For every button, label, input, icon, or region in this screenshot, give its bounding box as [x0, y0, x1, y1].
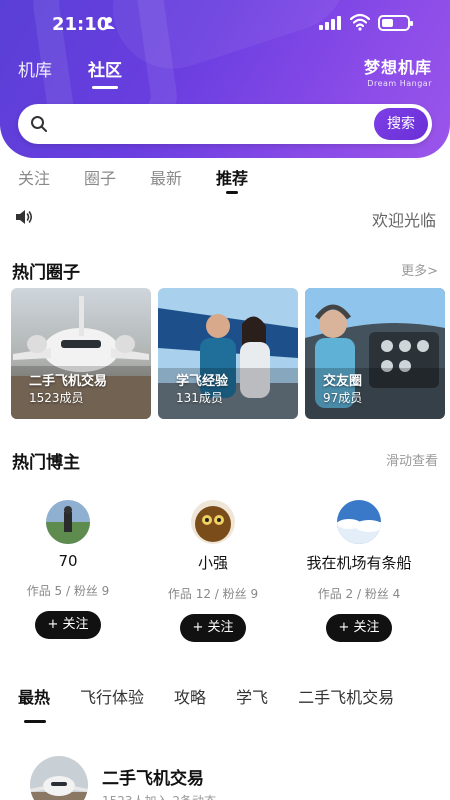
brand-name-en: Dream Hangar	[367, 79, 432, 88]
circle-members: 97成员	[323, 391, 363, 405]
tab-used-aircraft[interactable]: 二手飞机交易	[298, 684, 394, 708]
blogger-stats: 作品 2 / 粉丝 4	[317, 587, 401, 601]
blogger-card[interactable]: 小强 作品 12 / 粉丝 9 + 关注	[140, 490, 286, 642]
tab-latest[interactable]: 最新	[150, 165, 182, 189]
avatar	[46, 500, 90, 544]
tab-hangar[interactable]: 机库	[18, 56, 52, 81]
avatar	[337, 500, 381, 544]
tab-learn-to-fly-label: 学飞	[236, 688, 269, 707]
follow-button[interactable]: + 关注	[180, 614, 246, 642]
blogger-card[interactable]: 70 作品 5 / 粉丝 9 + 关注	[0, 490, 141, 639]
tab-recommended-label: 推荐	[216, 169, 249, 188]
tab-guides[interactable]: 攻略	[174, 684, 206, 708]
blogger-name: 70	[58, 552, 78, 570]
follow-button[interactable]: + 关注	[35, 611, 101, 639]
hot-bloggers-title: 热门博主	[12, 453, 80, 473]
active-tab-indicator	[92, 86, 118, 89]
tab-learn-to-fly[interactable]: 学飞	[236, 684, 268, 708]
blogger-stats: 作品 5 / 粉丝 9	[26, 584, 110, 598]
status-bar: 21:10	[0, 0, 450, 48]
circle-members: 131成员	[176, 391, 223, 405]
status-time: 21:10	[52, 14, 110, 35]
sub-tabs: 关注 圈子 最新 推荐	[18, 165, 249, 194]
tab-community-label: 社区	[88, 61, 122, 81]
tab-hottest[interactable]: 最热	[18, 684, 51, 723]
wifi-icon	[350, 13, 370, 31]
tab-circles[interactable]: 圈子	[84, 165, 116, 189]
blogger-stats: 作品 12 / 粉丝 9	[167, 587, 259, 601]
top-tabs: 机库 社区	[18, 56, 122, 89]
active-category-indicator	[24, 720, 46, 723]
feed-avatar-airplane	[30, 756, 88, 800]
circle-card[interactable]: 交友圈 97成员	[305, 288, 445, 419]
avatar	[191, 500, 235, 544]
circle-card[interactable]: 学飞经验 131成员	[158, 288, 298, 419]
tab-hottest-label: 最热	[18, 688, 51, 707]
tab-following-label: 关注	[18, 169, 51, 188]
feed-avatar	[30, 756, 88, 800]
circle-name: 学飞经验	[176, 374, 229, 389]
person-icon	[103, 17, 115, 29]
circle-name: 交友圈	[323, 374, 363, 389]
hot-circles-title: 热门圈子	[12, 263, 80, 283]
tab-hangar-label: 机库	[18, 61, 52, 81]
feed-meta: 1523人加入 2条动态	[102, 792, 216, 800]
app-screen: 21:10 机库 社区 梦想机库 Dream Hangar 搜索 关注 圈子 最…	[0, 0, 450, 800]
tab-flight-experience[interactable]: 飞行体验	[80, 684, 144, 708]
circle-card[interactable]: 二手飞机交易 1523成员	[11, 288, 151, 419]
blogger-name: 我在机场有条船	[306, 554, 412, 572]
notice-bar[interactable]: 欢迎光临	[14, 205, 436, 230]
search-button[interactable]: 搜索	[374, 108, 428, 140]
tab-flight-experience-label: 飞行体验	[80, 688, 145, 707]
tab-guides-label: 攻略	[174, 688, 207, 707]
hot-bloggers-hint: 滑动查看	[385, 454, 438, 469]
speaker-icon	[16, 210, 33, 224]
category-tabs: 最热 飞行体验 攻略 学飞 二手飞机交易	[18, 684, 394, 723]
tab-following[interactable]: 关注	[18, 165, 50, 189]
blogger-card[interactable]: 我在机场有条船 作品 2 / 粉丝 4 + 关注	[286, 490, 432, 642]
circle-name: 二手飞机交易	[29, 374, 108, 389]
tab-recommended[interactable]: 推荐	[216, 165, 249, 194]
hot-circles-more-link[interactable]: 更多>	[401, 260, 438, 279]
battery-icon	[378, 15, 413, 31]
signal-icon	[319, 16, 341, 30]
avatar-image-bird	[191, 500, 235, 544]
brand-logo: 梦想机库 Dream Hangar	[364, 54, 432, 88]
search-input[interactable]	[58, 110, 378, 138]
feed-item[interactable]: 二手飞机交易 1523人加入 2条动态	[30, 756, 430, 800]
feed-title: 二手飞机交易	[102, 769, 204, 789]
avatar-image-field	[46, 500, 90, 544]
header: 21:10 机库 社区 梦想机库 Dream Hangar 搜索	[0, 0, 450, 158]
hot-bloggers-list: 70 作品 5 / 粉丝 9 + 关注 小强 作品 12 / 粉丝 9 + 关注	[0, 490, 450, 650]
brand-name-cn: 梦想机库	[363, 58, 432, 77]
tab-used-aircraft-label: 二手飞机交易	[298, 688, 395, 707]
blogger-name: 小强	[197, 554, 228, 572]
avatar-image-clouds	[337, 500, 381, 544]
tab-latest-label: 最新	[150, 169, 183, 188]
tab-community[interactable]: 社区	[88, 56, 122, 89]
notice-text: 欢迎光临	[371, 211, 436, 230]
follow-button[interactable]: + 关注	[326, 614, 392, 642]
search-bar: 搜索	[18, 104, 432, 144]
active-subtab-indicator	[226, 191, 239, 194]
hot-circles-list: 二手飞机交易 1523成员 学飞经验 131成员 交友圈 97成员	[11, 288, 450, 420]
tab-circles-label: 圈子	[84, 169, 117, 188]
circle-members: 1523成员	[29, 391, 84, 405]
search-icon	[31, 116, 47, 132]
